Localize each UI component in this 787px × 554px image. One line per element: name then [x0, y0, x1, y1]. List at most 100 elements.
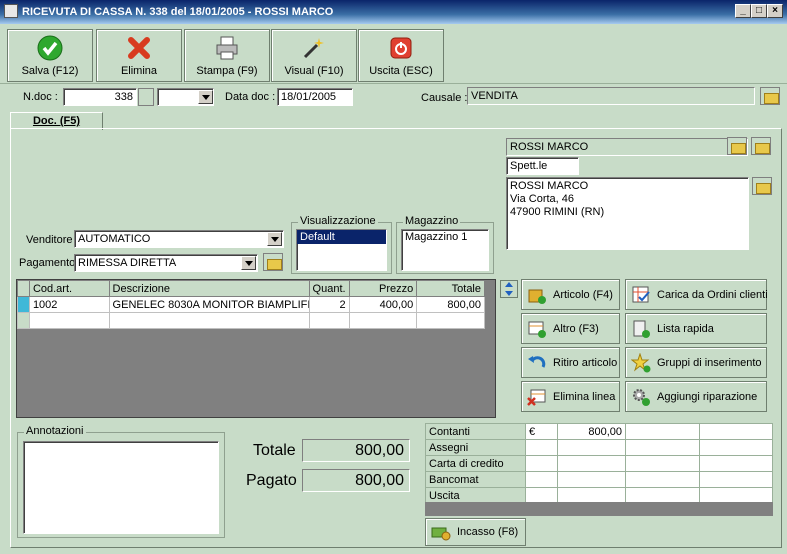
lista-rapida-button[interactable]: Lista rapida: [625, 313, 767, 344]
visualizzazione-group: Visualizzazione Default: [291, 215, 392, 274]
venditore-dropdown-icon[interactable]: [267, 232, 282, 246]
articolo-label: Articolo (F4): [553, 289, 613, 301]
save-label: Salva (F12): [21, 65, 79, 77]
check-icon: [37, 35, 63, 61]
customer-search-icon[interactable]: [751, 137, 771, 155]
money-icon: [431, 527, 451, 541]
visualizzazione-item[interactable]: Default: [297, 230, 386, 244]
close-button[interactable]: ×: [767, 4, 783, 18]
star-add-icon: [631, 353, 651, 373]
incasso-label: Incasso (F8): [457, 526, 519, 538]
print-label: Stampa (F9): [196, 65, 258, 77]
grid-header-totale[interactable]: Totale: [416, 280, 485, 297]
carica-ordini-label: Carica da Ordini clienti: [657, 289, 768, 301]
box-add-icon: [528, 289, 546, 304]
delete-button[interactable]: Elimina: [96, 29, 182, 82]
payment-label: Assegni: [425, 439, 526, 456]
row-indicator: [17, 296, 30, 313]
table-row[interactable]: 1002 GENELEC 8030A MONITOR BIAMPLIFI 2 4…: [17, 296, 485, 313]
reorder-arrows-icon[interactable]: [500, 280, 518, 298]
list-add-icon: [633, 320, 650, 338]
articolo-button[interactable]: Articolo (F4): [521, 279, 620, 310]
gruppi-inserimento-button[interactable]: Gruppi di inserimento: [625, 347, 767, 378]
save-button[interactable]: Salva (F12): [7, 29, 93, 82]
magazzino-group: Magazzino Magazzino 1: [396, 215, 494, 274]
printer-icon: [216, 36, 238, 60]
exit-label: Uscita (ESC): [369, 65, 433, 77]
pagato-value: 800,00: [302, 469, 410, 492]
address-line-2: Via Corta, 46: [510, 193, 575, 205]
causale-folder-icon[interactable]: [760, 87, 780, 105]
cell-descrizione[interactable]: GENELEC 8030A MONITOR BIAMPLIFI: [108, 296, 310, 313]
magazzino-list[interactable]: Magazzino 1: [401, 229, 489, 271]
datadoc-field[interactable]: 18/01/2005: [277, 88, 353, 106]
visualizzazione-label: Visualizzazione: [298, 215, 378, 227]
payment-row[interactable]: Contanti € 800,00: [425, 423, 773, 440]
app-icon: [4, 4, 18, 18]
address-box[interactable]: ROSSI MARCO Via Corta, 46 47900 RIMINI (…: [506, 177, 749, 250]
magazzino-label: Magazzino: [403, 215, 461, 227]
payment-label: Bancomat: [425, 471, 526, 488]
customer-folder-icon[interactable]: [727, 137, 747, 155]
table-add-icon: [528, 321, 546, 338]
maximize-button[interactable]: □: [751, 4, 767, 18]
cell-totale[interactable]: 800,00: [416, 296, 485, 313]
magic-wand-icon: [303, 38, 324, 59]
payment-currency[interactable]: €: [525, 423, 558, 440]
causale-field[interactable]: VENDITA: [467, 87, 755, 105]
grid-header-descrizione[interactable]: Descrizione: [108, 280, 310, 297]
visualizzazione-list[interactable]: Default: [296, 229, 387, 271]
items-grid[interactable]: Cod.art. Descrizione Quant. Prezzo Total…: [16, 279, 496, 418]
magazzino-item[interactable]: Magazzino 1: [405, 231, 485, 243]
elimina-linea-button[interactable]: Elimina linea: [521, 381, 620, 412]
address-folder-icon[interactable]: [752, 177, 772, 195]
ndoc-label: N.doc :: [23, 91, 58, 103]
cell-codart[interactable]: 1002: [28, 296, 110, 313]
altro-label: Altro (F3): [553, 323, 599, 335]
ritiro-articolo-button[interactable]: Ritiro articolo: [521, 347, 620, 378]
pagamento-label: Pagamento: [19, 257, 76, 269]
ndoc-spinner[interactable]: [138, 88, 154, 106]
toolbar: Salva (F12) Elimina Stampa (F9) Visual (…: [0, 24, 787, 84]
ritiro-articolo-label: Ritiro articolo: [553, 357, 618, 369]
payment-row[interactable]: Bancomat: [425, 471, 773, 488]
series-dropdown-icon[interactable]: [198, 90, 213, 104]
causale-label: Causale :: [421, 92, 468, 104]
visual-button[interactable]: Visual (F10): [271, 29, 357, 82]
power-icon: [390, 37, 412, 59]
address-line-1: ROSSI MARCO: [510, 180, 589, 192]
pagamento-folder-icon[interactable]: [263, 253, 283, 271]
visual-label: Visual (F10): [284, 65, 344, 77]
aggiungi-riparazione-button[interactable]: Aggiungi riparazione: [625, 381, 767, 412]
cell-prezzo[interactable]: 400,00: [348, 296, 418, 313]
grid-header-quant[interactable]: Quant.: [308, 280, 350, 297]
minimize-button[interactable]: _: [735, 4, 751, 18]
totale-value: 800,00: [302, 439, 410, 462]
gears-icon: [633, 389, 650, 406]
ndoc-field[interactable]: 338: [63, 88, 137, 106]
pagamento-dropdown-icon[interactable]: [241, 256, 256, 270]
notes-textarea[interactable]: [23, 441, 219, 534]
table-remove-icon: [527, 389, 546, 406]
table-row[interactable]: [17, 312, 485, 329]
carica-ordini-button[interactable]: Carica da Ordini clienti: [625, 279, 768, 310]
print-button[interactable]: Stampa (F9): [184, 29, 270, 82]
notes-label: Annotazioni: [24, 425, 86, 437]
incasso-button[interactable]: Incasso (F8): [425, 518, 526, 546]
window-title: RICEVUTA DI CASSA N. 338 del 18/01/2005 …: [22, 6, 334, 18]
exit-button[interactable]: Uscita (ESC): [358, 29, 444, 82]
payment-row[interactable]: Assegni: [425, 439, 773, 456]
delete-label: Elimina: [120, 65, 158, 77]
altro-button[interactable]: Altro (F3): [521, 313, 620, 344]
payment-amount[interactable]: 800,00: [557, 423, 626, 440]
customer-name-field[interactable]: ROSSI MARCO: [506, 138, 748, 156]
salutation-field[interactable]: Spett.le: [506, 157, 579, 175]
title-bar: RICEVUTA DI CASSA N. 338 del 18/01/2005 …: [0, 0, 787, 24]
pagamento-select[interactable]: RIMESSA DIRETTA: [74, 254, 258, 272]
venditore-select[interactable]: AUTOMATICO: [74, 230, 284, 248]
cell-quant[interactable]: 2: [308, 296, 350, 313]
grid-header-prezzo[interactable]: Prezzo: [348, 280, 418, 297]
grid-check-icon: [632, 286, 650, 303]
grid-header-codart[interactable]: Cod.art.: [28, 280, 110, 297]
payment-row[interactable]: Carta di credito: [425, 455, 773, 472]
